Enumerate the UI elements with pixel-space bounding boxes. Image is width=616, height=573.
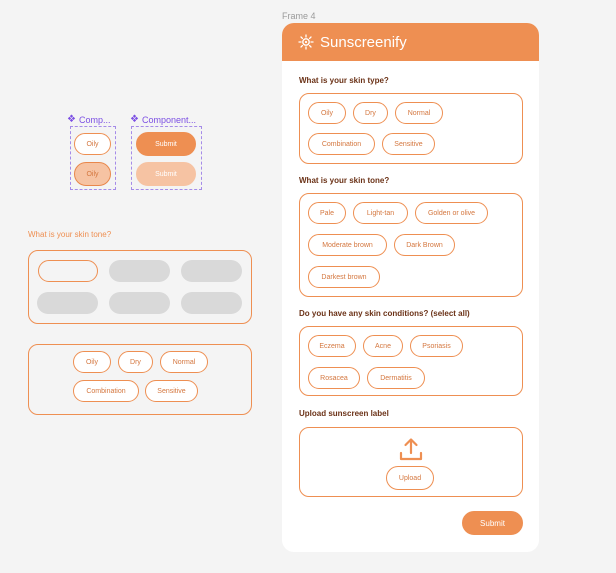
app-header: Sunscreenify xyxy=(282,23,539,61)
oily-chip-selected[interactable]: Oily xyxy=(74,162,111,186)
skin-tone-question: What is your skin tone? xyxy=(299,176,390,185)
skin-type-option[interactable]: Sensitive xyxy=(382,133,435,155)
skin-type-chip[interactable]: Normal xyxy=(160,351,208,373)
frame-label: Frame 4 xyxy=(282,11,316,21)
skin-condition-option[interactable]: Psoriasis xyxy=(410,335,463,357)
skin-tone-option[interactable]: Light-tan xyxy=(353,202,408,224)
oily-chip-default[interactable]: Oily xyxy=(74,133,111,155)
submit-button-default[interactable]: Submit xyxy=(136,132,196,156)
skin-tone-placeholder-chip xyxy=(181,292,242,314)
component-diamond-icon: ❖ xyxy=(130,114,139,125)
upload-button[interactable]: Upload xyxy=(386,466,434,490)
skin-tone-option[interactable]: Pale xyxy=(308,202,346,224)
skin-type-option[interactable]: Combination xyxy=(308,133,375,155)
submit-button-disabled[interactable]: Submit xyxy=(136,162,196,186)
skin-conditions-question: Do you have any skin conditions? (select… xyxy=(299,309,470,318)
skin-type-chip[interactable]: Sensitive xyxy=(145,380,198,402)
skin-tone-option[interactable]: Dark Brown xyxy=(394,234,455,256)
skin-type-option[interactable]: Oily xyxy=(308,102,346,124)
submit-button[interactable]: Submit xyxy=(462,511,523,535)
skin-type-option[interactable]: Dry xyxy=(353,102,388,124)
component-diamond-icon: ❖ xyxy=(67,114,76,125)
skin-type-chip[interactable]: Combination xyxy=(73,380,139,402)
skin-type-chip[interactable]: Oily xyxy=(73,351,111,373)
skin-condition-option[interactable]: Acne xyxy=(363,335,403,357)
skin-tone-placeholder-chip xyxy=(181,260,242,282)
component-set-label[interactable]: ❖ Comp... xyxy=(67,114,110,125)
skin-tone-placeholder-chip xyxy=(109,292,170,314)
upload-question: Upload sunscreen label xyxy=(299,409,389,418)
skin-tone-option[interactable]: Moderate brown xyxy=(308,234,387,256)
skin-tone-placeholder-chip xyxy=(37,292,98,314)
skin-tone-label: What is your skin tone? xyxy=(28,230,112,239)
skin-condition-option[interactable]: Eczema xyxy=(308,335,356,357)
skin-type-option[interactable]: Normal xyxy=(395,102,443,124)
skin-tone-placeholder-chip xyxy=(109,260,170,282)
skin-tone-option[interactable]: Darkest brown xyxy=(308,266,380,288)
skin-condition-option[interactable]: Dermatitis xyxy=(367,367,425,389)
component-set-name: Comp... xyxy=(78,114,111,125)
skin-tone-placeholder-chip[interactable] xyxy=(38,260,98,282)
component-set-label[interactable]: ❖ Component... xyxy=(130,114,196,125)
sun-logo-icon xyxy=(298,34,314,50)
upload-icon[interactable] xyxy=(398,436,424,462)
app-title: Sunscreenify xyxy=(320,33,407,51)
skin-condition-option[interactable]: Rosacea xyxy=(308,367,360,389)
skin-type-question: What is your skin type? xyxy=(299,76,389,85)
skin-tone-option[interactable]: Golden or olive xyxy=(415,202,488,224)
component-set-name: Component... xyxy=(141,114,196,125)
skin-type-chip[interactable]: Dry xyxy=(118,351,153,373)
